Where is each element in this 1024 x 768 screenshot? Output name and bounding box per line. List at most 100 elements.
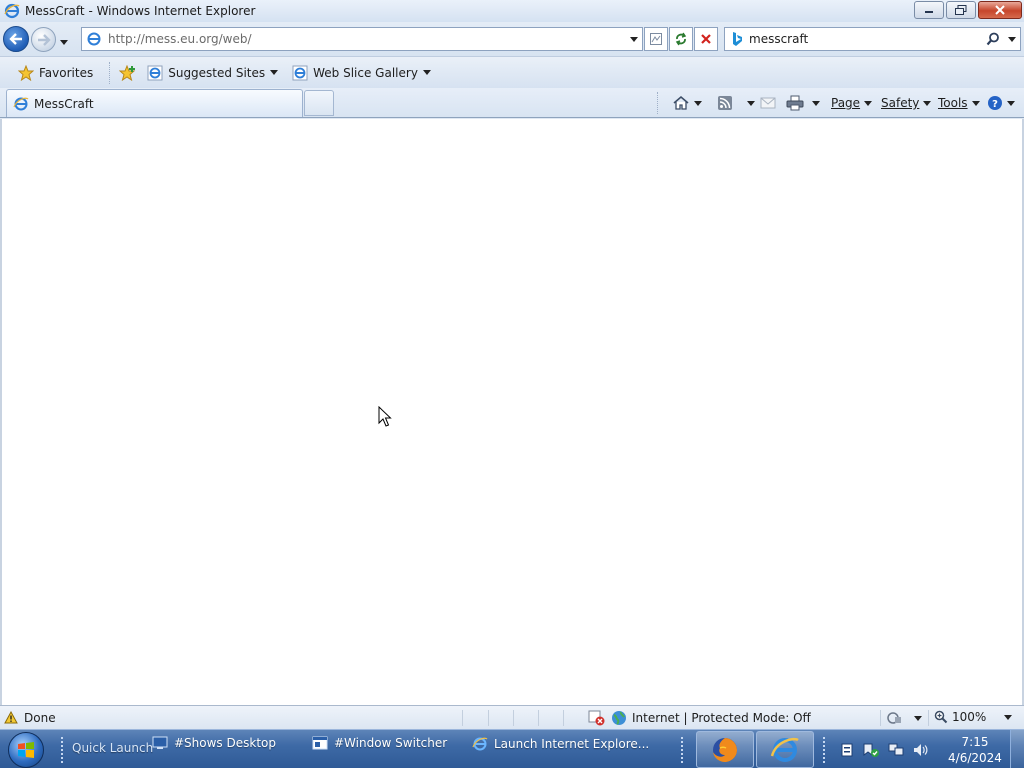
chevron-down-icon: [747, 100, 755, 106]
chevron-down-icon: [864, 100, 873, 106]
arrow-left-icon: [9, 33, 22, 45]
taskbar-app-firefox[interactable]: [696, 731, 754, 768]
internet-explorer-icon: [4, 3, 20, 19]
status-settings-icon: [887, 712, 901, 724]
back-button[interactable]: [3, 26, 29, 52]
suggested-sites-label: Suggested Sites: [168, 65, 266, 80]
search-options-dropdown[interactable]: [1004, 36, 1020, 42]
print-button[interactable]: [786, 93, 820, 113]
desktop-icon: [152, 736, 168, 749]
tools-menu[interactable]: Tools: [938, 93, 980, 113]
title-bar: MessCraft - Windows Internet Explorer: [0, 0, 1024, 22]
taskbar-grip[interactable]: [680, 736, 684, 764]
feeds-button[interactable]: [717, 93, 755, 113]
security-zone[interactable]: Internet | Protected Mode: Off: [588, 710, 811, 726]
tab-label: MessCraft: [34, 96, 94, 111]
chevron-down-icon: [914, 715, 922, 721]
home-button[interactable]: [672, 93, 702, 113]
taskbar-item-shows-desktop[interactable]: #Shows Desktop: [152, 736, 276, 750]
suggested-sites-item[interactable]: Suggested Sites: [147, 61, 279, 85]
page-menu[interactable]: Page: [831, 93, 873, 113]
taskbar-item-launch-ie[interactable]: Launch Internet Explore...: [472, 736, 649, 752]
taskbar-item-label: #Window Switcher: [334, 736, 448, 750]
chevron-down-icon: [60, 40, 68, 45]
search-button[interactable]: [982, 32, 1004, 46]
taskbar-app-internet-explorer[interactable]: [756, 731, 814, 768]
volume-icon[interactable]: [912, 742, 928, 758]
new-tab-button[interactable]: [304, 90, 334, 116]
mouse-cursor-icon: [378, 406, 392, 427]
favorites-button[interactable]: Favorites: [12, 61, 99, 85]
help-menu[interactable]: ?: [987, 93, 1015, 113]
chevron-down-icon: [1007, 100, 1015, 106]
keyboard-layout-icon[interactable]: [840, 742, 854, 758]
help-icon: ?: [988, 96, 1002, 110]
status-divider: [928, 710, 929, 726]
command-bar-grip: [657, 92, 658, 114]
favorites-separator: [109, 61, 111, 84]
tools-menu-label: Tools: [938, 96, 968, 110]
firefox-icon: [713, 737, 737, 762]
web-slice-gallery-label: Web Slice Gallery: [313, 65, 418, 80]
chevron-down-icon: [422, 70, 431, 75]
svg-text:?: ?: [992, 99, 998, 110]
add-to-favorites-bar-button[interactable]: [119, 61, 137, 85]
minimize-button[interactable]: [914, 1, 944, 19]
status-divider: [538, 710, 539, 726]
internet-explorer-icon: [13, 97, 29, 110]
chevron-down-icon: [694, 100, 702, 106]
restore-button[interactable]: [946, 1, 976, 19]
add-favorite-icon: [119, 64, 136, 81]
close-button[interactable]: [978, 1, 1022, 19]
network-icon[interactable]: [888, 742, 904, 758]
restore-icon: [955, 5, 967, 15]
status-divider: [513, 710, 514, 726]
zoom-control[interactable]: 100%: [934, 710, 1013, 724]
taskbar: Quick Launch #Shows Desktop #Window Swit…: [0, 729, 1024, 768]
search-box[interactable]: messcraft: [724, 27, 1021, 51]
compatibility-view-button[interactable]: [644, 27, 668, 51]
search-input[interactable]: messcraft: [749, 32, 982, 46]
warning-icon: [4, 711, 18, 724]
address-input[interactable]: http://mess.eu.org/web/: [108, 32, 626, 46]
safety-menu[interactable]: Safety: [881, 93, 932, 113]
magnifier-icon: [986, 32, 999, 46]
chevron-down-icon: [270, 70, 279, 75]
status-divider: [488, 710, 489, 726]
internet-explorer-icon: [292, 65, 308, 80]
web-page-content[interactable]: [0, 119, 1024, 705]
refresh-button[interactable]: [669, 27, 693, 51]
read-mail-button[interactable]: [760, 93, 776, 113]
stop-icon: [701, 34, 711, 44]
forward-button[interactable]: [31, 27, 56, 52]
taskbar-grip[interactable]: [60, 736, 64, 764]
recent-pages-dropdown[interactable]: [60, 34, 68, 48]
address-dropdown[interactable]: [626, 36, 642, 42]
status-bar: Done Internet | Protected Mode: Off 100%: [0, 705, 1024, 729]
action-center-icon[interactable]: [862, 742, 880, 758]
web-slice-gallery-item[interactable]: Web Slice Gallery: [292, 61, 431, 85]
chevron-down-icon: [1004, 714, 1013, 720]
safety-menu-label: Safety: [881, 96, 920, 110]
tab-messcraft[interactable]: MessCraft: [6, 89, 303, 117]
status-area: Done: [4, 711, 56, 725]
start-button[interactable]: [8, 732, 44, 768]
show-desktop-button[interactable]: [1010, 730, 1024, 768]
bing-icon: [733, 32, 742, 46]
taskbar-item-window-switcher[interactable]: #Window Switcher: [312, 736, 447, 750]
chevron-down-icon: [630, 36, 638, 42]
favorites-bar: Favorites Suggested Sites Web Slice Gall…: [0, 56, 1024, 88]
internet-explorer-icon: [147, 65, 163, 80]
clock[interactable]: 7:15 4/6/2024: [945, 734, 1005, 766]
status-text: Done: [24, 710, 56, 725]
address-box[interactable]: http://mess.eu.org/web/: [81, 27, 643, 51]
clock-date: 4/6/2024: [948, 751, 1002, 765]
change-status-bar-settings-button[interactable]: [886, 708, 922, 728]
taskbar-grip[interactable]: [822, 736, 826, 764]
chevron-down-icon: [923, 100, 932, 106]
arrow-right-icon: [37, 33, 51, 46]
chevron-down-icon: [971, 100, 980, 106]
stop-button[interactable]: [694, 27, 718, 51]
internet-explorer-icon: [472, 737, 488, 751]
window-title: MessCraft - Windows Internet Explorer: [25, 4, 256, 18]
